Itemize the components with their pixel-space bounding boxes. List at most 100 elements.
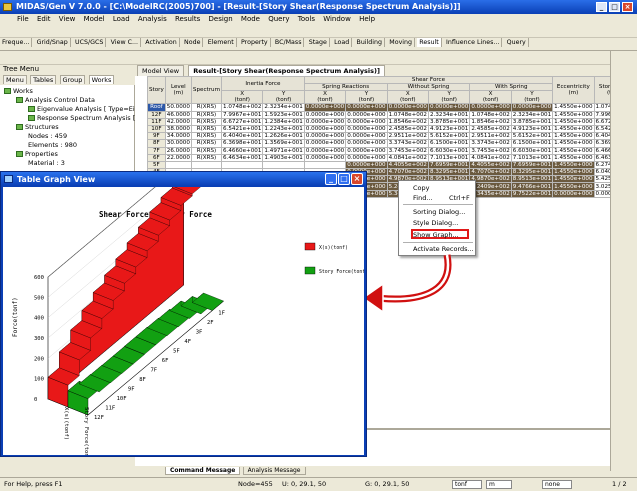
table-cell[interactable]: 0.0000e+000 [345,139,388,148]
table-cell[interactable]: 0.0000e+000 [386,103,429,112]
menu-find[interactable]: Find... [413,194,433,202]
table-cell[interactable]: 1.4550e+000 [552,182,595,191]
table-cell[interactable]: 6F [147,153,166,162]
table-cell[interactable]: 0.0000e+000 [552,189,595,198]
table-cell[interactable]: 10F [147,124,166,134]
table-cell[interactable]: 1.4550e+000 [552,132,595,141]
table-cell[interactable]: 8.3295e+001 [427,168,471,177]
table-cell[interactable]: 4.7070e+002 [469,168,512,177]
unit-force-select[interactable]: tonf [452,480,482,489]
unit-length-select[interactable]: m [486,480,512,489]
table-cell[interactable]: 50.0000 [164,103,192,112]
table-cell[interactable]: 1.4971e+001 [262,146,305,155]
col-with-spring[interactable]: With Spring [469,83,554,92]
tree-node-works[interactable]: Works [4,87,33,95]
table-cell[interactable]: R(XRS) [190,153,223,162]
tree-tab-works[interactable]: Works [88,75,115,84]
table-cell[interactable]: 12F [147,110,166,119]
table-cell[interactable]: 1.8546e+002 [469,117,512,126]
table-cell[interactable]: 46.0000 [164,110,192,119]
table-cell[interactable]: 6.6727e+001 [221,117,264,126]
table-cell[interactable]: 9.4766e+001 [510,182,554,191]
col-spectrum[interactable]: Spectrum [190,75,223,105]
table-cell[interactable]: 6.4660e+001 [221,146,264,155]
table-cell[interactable]: 7.1013e+001 [510,153,554,162]
tree-tab-group[interactable]: Group [59,75,86,84]
table-cell[interactable]: 0.0000e+000 [303,153,347,162]
table-cell[interactable]: 1.4550e+000 [552,103,595,112]
table-cell[interactable]: 6.6030e+001 [427,146,471,155]
table-cell[interactable]: 0.0000e+000 [303,139,347,148]
table-cell[interactable]: 0.0000e+000 [345,146,388,155]
tb-element[interactable]: Element [206,38,237,47]
menu-mode[interactable]: Mode [238,14,263,24]
table-cell[interactable]: 4.0841e+002 [469,153,512,162]
table-cell[interactable]: 0.0000e+000 [469,103,512,112]
table-cell[interactable]: 7.6959e+001 [427,160,471,170]
tb-grid-snap[interactable]: Grid/Snap [35,38,71,47]
tb-view-control[interactable]: View C... [109,38,142,47]
table-cell[interactable]: 3.8785e+001 [510,117,554,126]
menu-style-dialog[interactable]: Style Dialog... [413,219,458,227]
table-cell[interactable]: 0.0000e+000 [345,110,388,119]
tb-result[interactable]: Result [417,38,442,47]
menu-sorting-dialog[interactable]: Sorting Dialog... [413,208,465,216]
table-cell[interactable]: 1.0748e+002 [386,110,429,119]
table-cell[interactable]: 42.0000 [164,117,192,126]
table-cell[interactable]: 34.0000 [164,132,192,141]
tree-tab-tables[interactable]: Tables [30,75,57,84]
table-cell[interactable]: 0.0000e+000 [427,103,471,112]
table-cell[interactable]: 1.2384e+001 [262,117,305,126]
table-cell[interactable]: 5.3435e+002 [469,189,512,198]
col-shear-force[interactable]: Shear Force [303,75,554,85]
table-cell[interactable]: 6.1500e+001 [510,139,554,148]
table-cell[interactable]: 11F [147,117,166,126]
table-cell[interactable]: 5.6152e+001 [427,132,471,141]
tab-analysis-message[interactable]: Analysis Message [242,467,306,475]
tb-influence-lines[interactable]: Influence Lines... [444,38,503,47]
table-cell[interactable]: R(XRS) [190,132,223,141]
tb-activation[interactable]: Activation [143,38,180,47]
col-level[interactable]: Level (m) [164,75,192,105]
tree-node-material[interactable]: Material : 3 [28,159,65,167]
menu-file[interactable]: File [14,14,32,24]
table-row[interactable]: 8F 30.0000 R(XRS) 6.3698e+001 1.3569e+001 0.0… [147,139,636,148]
table-cell[interactable]: 2.3234e+001 [427,110,471,119]
tb-stage[interactable]: Stage [307,38,330,47]
table-cell[interactable]: 0.0000e+000 [303,132,347,141]
table-cell[interactable]: R(XRS) [190,146,223,155]
table-row[interactable]: 11F 42.0000 R(XRS) 6.6727e+001 1.2384e+001 0.… [147,117,636,126]
tb-frequency[interactable]: Freque... [0,38,33,47]
table-cell[interactable]: 0.0000e+000 [303,117,347,126]
table-cell[interactable]: 30.0000 [164,139,192,148]
table-cell[interactable]: R(XRS) [190,139,223,148]
table-cell[interactable]: 0.0000e+000 [303,103,347,112]
table-cell[interactable]: R(XRS) [190,103,223,112]
table-cell[interactable]: 6.3698e+001 [221,139,264,148]
table-cell[interactable]: 4.9870e+002 [469,175,512,184]
tree-node-nodes[interactable]: Nodes : 459 [28,132,67,140]
table-cell[interactable]: 1.4550e+000 [552,117,595,126]
table-cell[interactable]: 2.9511e+002 [386,132,429,141]
tree-node-analysis-control[interactable]: Analysis Control Data [16,96,95,104]
table-row[interactable]: 5F 0.0000e+000 4.4055e+002 7.6959e+001 4.405… [147,160,636,170]
table-cell[interactable]: 0.0000e+000 [345,124,388,134]
menu-window[interactable]: Window [320,14,354,24]
table-cell[interactable]: 0.0000e+000 [345,117,388,126]
tb-moving[interactable]: Moving [387,38,416,47]
table-cell[interactable]: 1.4550e+000 [552,168,595,177]
table-cell[interactable]: 1.4550e+000 [552,175,595,184]
table-cell[interactable]: 2.3234e+001 [510,110,554,119]
table-cell[interactable]: 8.9513e+001 [510,175,554,184]
tab-model-view[interactable]: Model View [137,65,185,76]
tree-tab-menu[interactable]: Menu [3,75,27,84]
col-without-spring[interactable]: Without Spring [386,83,471,92]
menu-show-graph[interactable]: Show Graph... [413,231,459,239]
table-cell[interactable]: 26.0000 [164,146,192,155]
table-cell[interactable]: 3.8785e+001 [427,117,471,126]
menu-design[interactable]: Design [206,14,236,24]
table-cell[interactable]: 0.0000e+000 [303,124,347,134]
table-cell[interactable]: 5F [147,160,166,170]
tree-node-structures[interactable]: Structures [16,123,59,131]
mode-select[interactable]: none [542,480,572,489]
